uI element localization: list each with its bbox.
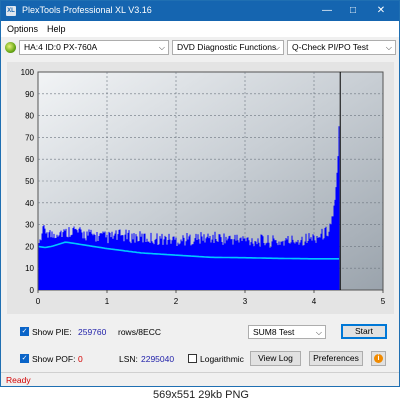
x-tick-label: 4: [312, 297, 317, 306]
minimize-button[interactable]: —: [315, 1, 339, 21]
x-tick-label: 1: [105, 297, 110, 306]
pof-value: 0: [78, 354, 83, 364]
chevron-down-icon: ⌵: [273, 43, 280, 52]
x-tick-label: 2: [174, 297, 179, 306]
toolbar: HA:4 ID:0 PX-760A ⌵ DVD Diagnostic Funct…: [1, 38, 399, 58]
window-title: PlexTools Professional XL V3.16: [22, 5, 152, 15]
start-button[interactable]: Start: [341, 324, 387, 339]
test-type-value: SUM8 Test: [253, 327, 295, 337]
lsn-value: 2295040: [141, 354, 175, 364]
y-tick-label: 50: [25, 177, 34, 186]
info-icon: i: [374, 354, 383, 363]
logarithmic-label: Logarithmic: [200, 354, 244, 364]
show-pof-checkbox[interactable]: ✓: [20, 354, 29, 363]
disc-drive-icon: [5, 42, 16, 53]
app-icon: XL: [6, 6, 16, 16]
function-select-value: DVD Diagnostic Functions: [177, 42, 277, 52]
controls-panel: ✓ Show PIE: 259760 rows/8ECC SUM8 Test ⌵…: [1, 319, 399, 371]
show-pof-label: Show POF:: [32, 354, 76, 364]
y-tick-label: 20: [25, 242, 34, 251]
function-select[interactable]: DVD Diagnostic Functions ⌵: [172, 40, 284, 55]
preferences-button[interactable]: Preferences: [309, 351, 363, 366]
show-pie-checkbox[interactable]: ✓: [20, 327, 29, 336]
image-caption: 569x551 29kb PNG: [0, 388, 402, 404]
chevron-down-icon: ⌵: [385, 43, 392, 52]
lsn-label: LSN:: [119, 354, 138, 364]
pie-value: 259760: [78, 327, 107, 337]
y-tick-label: 10: [25, 264, 34, 273]
pi-po-chart: 0 10 20 30 40 50 60 70 80 90 100 0 1 2 3 4 5: [21, 68, 386, 306]
y-tick-label: 80: [25, 112, 34, 121]
title-bar[interactable]: XL PlexTools Professional XL V3.16 — □ ✕: [1, 1, 399, 21]
logarithmic-checkbox[interactable]: [188, 354, 197, 363]
close-button[interactable]: ✕: [369, 1, 393, 21]
test-type-select[interactable]: SUM8 Test ⌵: [248, 325, 326, 339]
x-tick-label: 3: [243, 297, 248, 306]
test-select[interactable]: Q-Check PI/PO Test ⌵: [287, 40, 396, 55]
show-pie-label: Show PIE:: [32, 327, 72, 337]
x-tick-label: 0: [36, 297, 41, 306]
y-tick-label: 60: [25, 155, 34, 164]
y-tick-label: 70: [25, 133, 34, 142]
view-log-button[interactable]: View Log: [250, 351, 301, 366]
status-text: Ready: [6, 375, 31, 385]
chevron-down-icon: ⌵: [315, 328, 322, 337]
y-tick-label: 40: [25, 199, 34, 208]
y-tick-label: 100: [21, 68, 35, 77]
chevron-down-icon: ⌵: [158, 43, 165, 52]
x-tick-label: 5: [381, 297, 386, 306]
drive-select-value: HA:4 ID:0 PX-760A: [24, 42, 98, 52]
menu-bar: Options Help: [1, 21, 399, 37]
y-tick-label: 0: [30, 286, 35, 295]
y-tick-label: 30: [25, 221, 34, 230]
pie-unit: rows/8ECC: [118, 327, 161, 337]
info-button[interactable]: i: [371, 351, 386, 366]
test-select-value: Q-Check PI/PO Test: [292, 42, 369, 52]
menu-options[interactable]: Options: [7, 24, 38, 34]
drive-select[interactable]: HA:4 ID:0 PX-760A ⌵: [19, 40, 169, 55]
status-bar: Ready: [1, 372, 399, 386]
app-window: XL PlexTools Professional XL V3.16 — □ ✕…: [0, 0, 400, 387]
chart-panel: 0 10 20 30 40 50 60 70 80 90 100 0 1 2 3 4 5: [7, 62, 394, 314]
menu-help[interactable]: Help: [47, 24, 66, 34]
y-tick-label: 90: [25, 90, 34, 99]
maximize-button[interactable]: □: [341, 1, 365, 21]
